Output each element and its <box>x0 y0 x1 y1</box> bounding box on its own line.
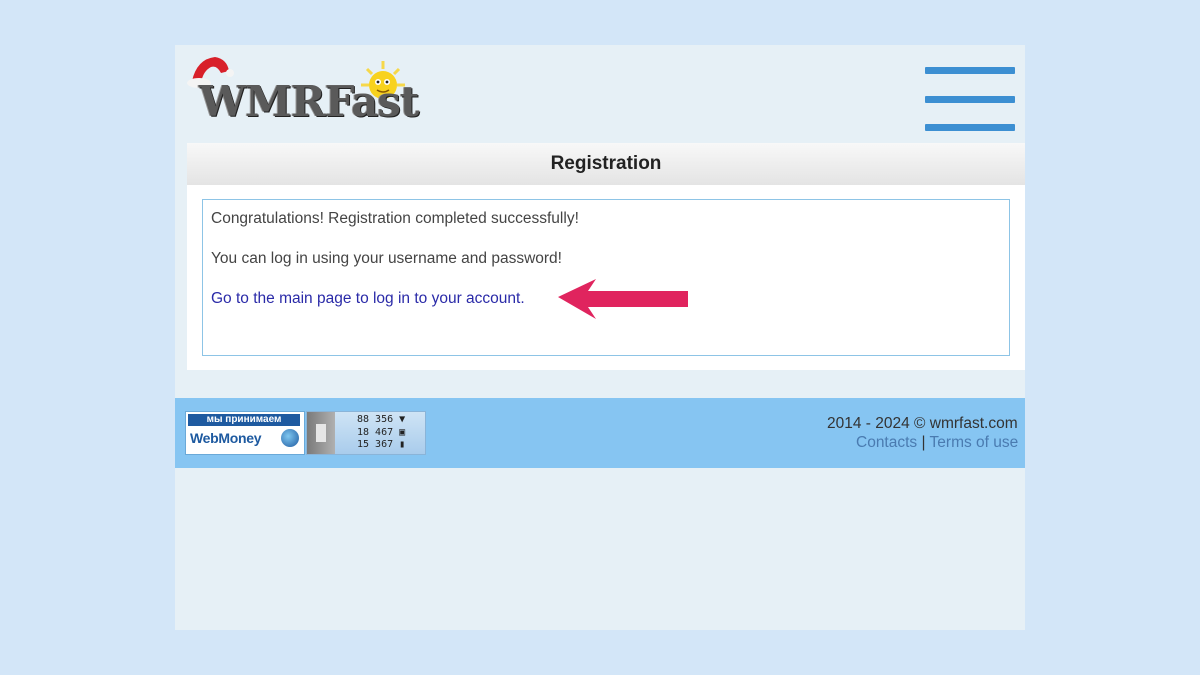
site-logo[interactable]: WMRFast <box>187 51 427 131</box>
webmoney-tagline: мы принимаем <box>188 414 300 426</box>
site-footer: мы принимаем WebMoney 88 356 ▼ 18 467 ▣ … <box>175 398 1025 468</box>
counter-row-visitors: 15 367 ▮ <box>357 439 406 450</box>
logo-text: WMRFast <box>199 77 419 126</box>
main-page-login-link[interactable]: Go to the main page to log in to your ac… <box>211 290 525 308</box>
counter-row-views: 88 356 ▼ <box>357 414 406 425</box>
counter-logo-icon <box>307 412 335 454</box>
message-box: Congratulations! Registration completed … <box>202 199 1010 356</box>
webmoney-name: WebMoney <box>190 430 262 446</box>
terms-link[interactable]: Terms of use <box>930 434 1019 451</box>
link-separator: | <box>921 434 926 451</box>
page-title: Registration <box>187 143 1025 185</box>
copyright: 2014 - 2024 © wmrfast.com <box>827 415 1018 432</box>
counter-row-visits: 18 467 ▣ <box>357 426 406 438</box>
webmoney-badge[interactable]: мы принимаем WebMoney <box>185 411 305 455</box>
hamburger-menu-icon[interactable] <box>925 57 1017 131</box>
registration-panel: Congratulations! Registration completed … <box>187 185 1025 370</box>
success-message: Congratulations! Registration completed … <box>211 210 579 227</box>
browser-viewport: WMRFast Registration Congratulations! Re… <box>175 45 1025 630</box>
globe-icon <box>281 429 299 447</box>
login-hint: You can log in using your username and p… <box>211 250 562 267</box>
contacts-link[interactable]: Contacts <box>856 434 917 451</box>
arrow-left-icon <box>558 279 688 319</box>
visitor-counter[interactable]: 88 356 ▼ 18 467 ▣ 15 367 ▮ <box>306 411 426 455</box>
site-header: WMRFast <box>175 45 1025 143</box>
footer-links: Contacts | Terms of use <box>856 434 1018 452</box>
